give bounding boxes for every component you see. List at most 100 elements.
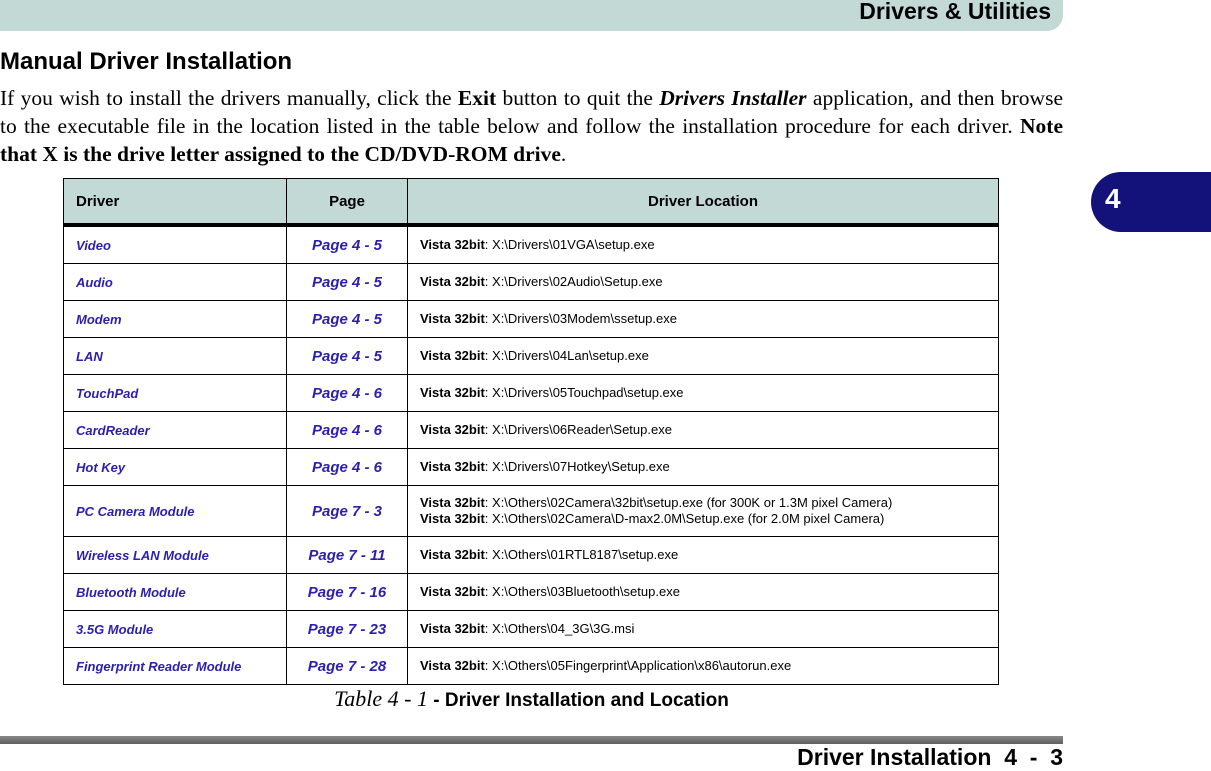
file-path: : X:\Drivers\06Reader\Setup.exe: [484, 422, 672, 437]
driver-name: Wireless LAN Module: [63, 536, 287, 574]
os-label: Vista 32bit: [420, 237, 485, 252]
file-path: : X:\Drivers\07Hotkey\Setup.exe: [484, 459, 670, 474]
location-line: Vista 32bit: X:\Others\05Fingerprint\App…: [420, 658, 986, 674]
location-line: Vista 32bit: X:\Others\04_3G\3G.msi: [420, 621, 986, 637]
footer-rule: [0, 736, 1063, 744]
location-line: Vista 32bit: X:\Drivers\04Lan\setup.exe: [420, 348, 986, 364]
page-reference-link[interactable]: Page 7 - 3: [286, 485, 408, 537]
driver-name: Modem: [63, 300, 287, 338]
file-path: : X:\Others\02Camera\32bit\setup.exe (fo…: [484, 495, 893, 510]
page-reference-link[interactable]: Page 4 - 5: [286, 300, 408, 338]
driver-name: Bluetooth Module: [63, 573, 287, 611]
table-caption: Table 4 - 1 - Driver Installation and Lo…: [0, 686, 1063, 712]
table-body: Video Page 4 - 5 Vista 32bit: X:\Drivers\0…: [63, 224, 999, 685]
driver-location: Vista 32bit: X:\Others\02Camera\32bit\se…: [407, 485, 999, 537]
driver-name: Fingerprint Reader Module: [63, 647, 287, 685]
os-label: Vista 32bit: [420, 584, 485, 599]
os-label: Vista 32bit: [420, 422, 485, 437]
os-label: Vista 32bit: [420, 348, 485, 363]
driver-name: LAN: [63, 337, 287, 375]
column-header-location: Driver Location: [407, 178, 999, 227]
os-label: Vista 32bit: [420, 495, 485, 510]
footer-page-label: Driver Installation 4 - 3: [797, 744, 1063, 770]
page-reference-link[interactable]: Page 4 - 6: [286, 374, 408, 412]
caption-label: Table 4 - 1: [334, 686, 429, 711]
os-label: Vista 32bit: [420, 274, 485, 289]
location-line: Vista 32bit: X:\Drivers\01VGA\setup.exe: [420, 237, 986, 253]
location-line: Vista 32bit: X:\Drivers\06Reader\Setup.e…: [420, 422, 986, 438]
file-path: : X:\Drivers\05Touchpad\setup.exe: [484, 385, 684, 400]
page-reference-link[interactable]: Page 4 - 6: [286, 448, 408, 486]
driver-name: Video: [63, 224, 287, 264]
table-row: PC Camera Module Page 7 - 3 Vista 32bit: X…: [63, 485, 999, 537]
table-row: Wireless LAN Module Page 7 - 11 Vista 32bi…: [63, 536, 999, 574]
page-reference-link[interactable]: Page 7 - 23: [286, 610, 408, 648]
table-row: Fingerprint Reader Module Page 7 - 28 Vist…: [63, 647, 999, 685]
exit-term: Exit: [457, 86, 497, 110]
column-header-driver: Driver: [63, 178, 287, 227]
table-row: LAN Page 4 - 5 Vista 32bit: X:\Drivers\04L…: [63, 337, 999, 375]
os-label: Vista 32bit: [420, 311, 485, 326]
driver-name: PC Camera Module: [63, 485, 287, 537]
driver-location: Vista 32bit: X:\Drivers\04Lan\setup.exe: [407, 337, 999, 375]
driver-location: Vista 32bit: X:\Drivers\01VGA\setup.exe: [407, 224, 999, 264]
os-label: Vista 32bit: [420, 547, 485, 562]
driver-location: Vista 32bit: X:\Others\04_3G\3G.msi: [407, 610, 999, 648]
header-title: Drivers & Utilities: [859, 0, 1051, 24]
location-line: Vista 32bit: X:\Drivers\03Modem\ssetup.e…: [420, 311, 986, 327]
page-reference-link[interactable]: Page 4 - 5: [286, 337, 408, 375]
file-path: : X:\Drivers\04Lan\setup.exe: [484, 348, 649, 363]
table-row: Audio Page 4 - 5 Vista 32bit: X:\Drivers\0…: [63, 263, 999, 301]
file-path: : X:\Drivers\01VGA\setup.exe: [484, 237, 655, 252]
os-label: Vista 32bit: [420, 511, 485, 526]
location-line: Vista 32bit: X:\Drivers\02Audio\Setup.ex…: [420, 274, 986, 290]
driver-location: Vista 32bit: X:\Drivers\03Modem\ssetup.e…: [407, 300, 999, 338]
file-path: : X:\Drivers\02Audio\Setup.exe: [484, 274, 663, 289]
driver-location: Vista 32bit: X:\Drivers\02Audio\Setup.ex…: [407, 263, 999, 301]
driver-location: Vista 32bit: X:\Drivers\06Reader\Setup.e…: [407, 411, 999, 449]
table-row: 3.5G Module Page 7 - 23 Vista 32bit: X:\Ot…: [63, 610, 999, 648]
intro-paragraph: If you wish to install the drivers manua…: [0, 84, 1063, 168]
location-line: Vista 32bit: X:\Drivers\07Hotkey\Setup.e…: [420, 459, 986, 475]
driver-name: TouchPad: [63, 374, 287, 412]
file-path: : X:\Others\04_3G\3G.msi: [484, 621, 635, 636]
location-line: Vista 32bit: X:\Drivers\05Touchpad\setup…: [420, 385, 986, 401]
page-reference-link[interactable]: Page 4 - 5: [286, 263, 408, 301]
caption-text: - Driver Installation and Location: [428, 690, 729, 711]
table-row: Modem Page 4 - 5 Vista 32bit: X:\Drivers\0…: [63, 300, 999, 338]
page-reference-link[interactable]: Page 7 - 28: [286, 647, 408, 685]
driver-location: Vista 32bit: X:\Drivers\05Touchpad\setup…: [407, 374, 999, 412]
location-line: Vista 32bit: X:\Others\03Bluetooth\setup…: [420, 584, 986, 600]
header-tab: Drivers & Utilities: [0, 0, 1063, 31]
chapter-number: 4: [1105, 183, 1121, 214]
table-header-row: Driver Page Driver Location: [63, 178, 999, 227]
file-path: : X:\Others\05Fingerprint\Application\x8…: [484, 658, 792, 673]
page-reference-link[interactable]: Page 7 - 16: [286, 573, 408, 611]
driver-location: Vista 32bit: X:\Others\01RTL8187\setup.e…: [407, 536, 999, 574]
location-line: Vista 32bit: X:\Others\02Camera\D-max2.0…: [420, 511, 986, 527]
table-row: Video Page 4 - 5 Vista 32bit: X:\Drivers\0…: [63, 224, 999, 264]
page-reference-link[interactable]: Page 4 - 5: [286, 224, 408, 264]
intro-text: button to quit the: [496, 86, 660, 110]
location-line: Vista 32bit: X:\Others\02Camera\32bit\se…: [420, 495, 986, 511]
driver-name: CardReader: [63, 411, 287, 449]
driver-table: Driver Page Driver Location Video Page 4 …: [63, 178, 999, 685]
file-path: : X:\Drivers\03Modem\ssetup.exe: [484, 311, 677, 326]
page-reference-link[interactable]: Page 4 - 6: [286, 411, 408, 449]
table-row: Bluetooth Module Page 7 - 16 Vista 32bit: …: [63, 573, 999, 611]
os-label: Vista 32bit: [420, 658, 485, 673]
driver-location: Vista 32bit: X:\Drivers\07Hotkey\Setup.e…: [407, 448, 999, 486]
table-row: CardReader Page 4 - 6 Vista 32bit: X:\Driv…: [63, 411, 999, 449]
location-line: Vista 32bit: X:\Others\01RTL8187\setup.e…: [420, 547, 986, 563]
file-path: : X:\Others\03Bluetooth\setup.exe: [484, 584, 680, 599]
driver-location: Vista 32bit: X:\Others\05Fingerprint\App…: [407, 647, 999, 685]
table-row: Hot Key Page 4 - 6 Vista 32bit: X:\Drivers…: [63, 448, 999, 486]
app-name: Drivers Installer: [659, 86, 807, 110]
intro-text: .: [560, 142, 567, 166]
page-reference-link[interactable]: Page 7 - 11: [286, 536, 408, 574]
os-label: Vista 32bit: [420, 621, 485, 636]
chapter-tab: 4: [1091, 172, 1211, 232]
driver-name: Audio: [63, 263, 287, 301]
section-title: Manual Driver Installation: [0, 48, 293, 75]
driver-name: 3.5G Module: [63, 610, 287, 648]
